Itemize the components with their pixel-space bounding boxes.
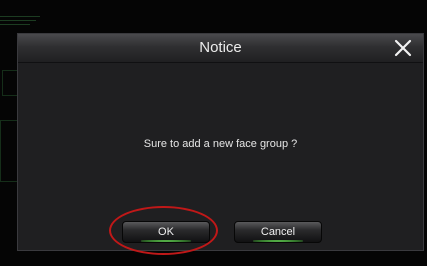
dialog-message: Sure to add a new face group ? — [143, 138, 298, 150]
ok-button[interactable]: OK — [122, 221, 210, 243]
close-icon[interactable] — [393, 38, 413, 58]
background-panel — [0, 120, 18, 182]
notice-dialog: Notice Sure to add a new face group ? OK… — [17, 33, 424, 251]
screen: Notice Sure to add a new face group ? OK… — [0, 0, 427, 266]
background-line — [0, 16, 40, 17]
background-line — [0, 20, 36, 21]
dialog-title: Notice — [199, 39, 242, 56]
cancel-button[interactable]: Cancel — [234, 221, 322, 243]
dialog-titlebar: Notice — [18, 34, 423, 63]
background-panel — [2, 70, 18, 96]
close-x-icon — [394, 39, 412, 57]
background-line — [0, 24, 30, 25]
